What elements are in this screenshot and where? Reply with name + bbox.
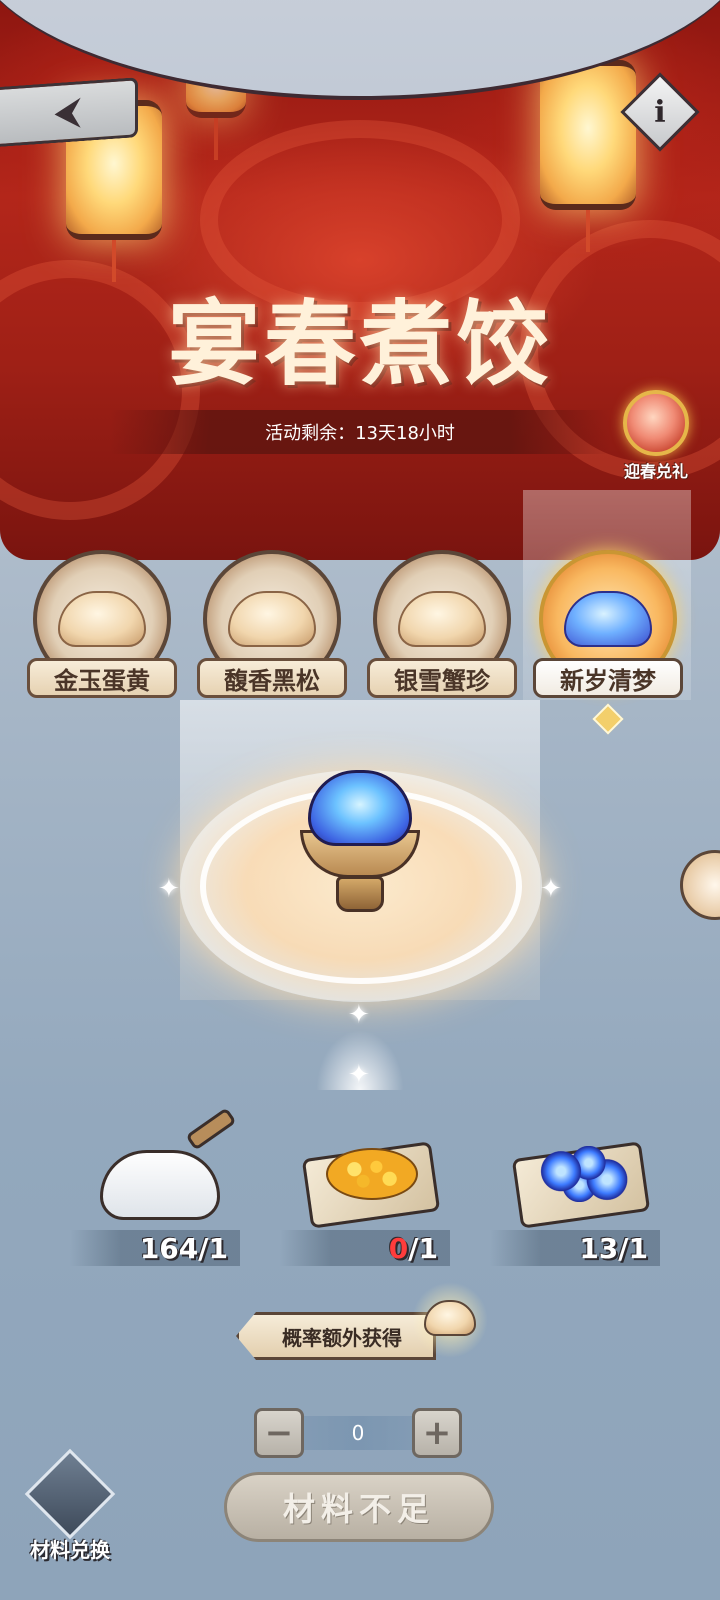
info-icon: i [654, 94, 666, 130]
side-panel-button[interactable] [680, 850, 720, 920]
increase-button[interactable]: + [412, 1408, 462, 1458]
count-have: 13 [579, 1231, 619, 1265]
featured-dumpling-dish [270, 760, 450, 920]
ingredient-osmanthus[interactable]: 0 /1 [260, 1100, 460, 1270]
dumpling-icon [398, 591, 486, 647]
count-need: /1 [618, 1231, 648, 1265]
ingredient-flour[interactable]: 164 /1 [50, 1100, 250, 1270]
tab-dumpling-3[interactable]: 银雪蟹珍 [364, 550, 520, 710]
tab-dumpling-4[interactable]: 新岁清梦 [530, 550, 686, 710]
ingredient-count: 164 /1 [70, 1230, 240, 1266]
back-arrow-icon: ⮜ [55, 91, 80, 133]
count-have: 0 [388, 1231, 409, 1265]
spring-gift-exchange-button[interactable]: 迎春兑礼 [608, 390, 704, 486]
berries-icon [510, 1120, 651, 1229]
back-button[interactable]: ⮜ [0, 77, 138, 147]
sparkle-icon: ✦ [540, 874, 562, 904]
quantity-value: 0 [304, 1416, 412, 1450]
cook-button[interactable]: 材料不足 [224, 1472, 494, 1542]
ingredient-blue-berries[interactable]: 13 /1 [470, 1100, 670, 1270]
game-screen: ⮜ i 宴春煮饺 活动剩余：13天18小时 迎春兑礼 金玉蛋黄 馥香黑松 银雪蟹… [0, 0, 720, 1600]
character-avatar-icon [623, 390, 689, 456]
flower-icon [326, 1148, 418, 1200]
ingredient-count: 13 /1 [490, 1230, 660, 1266]
gift-label: 迎春兑礼 [623, 462, 688, 481]
quantity-stepper: − 0 + [254, 1408, 462, 1458]
flour-icon [90, 1107, 237, 1220]
exchange-icon [24, 1448, 116, 1540]
sparkle-icon: ✦ [348, 1000, 370, 1030]
osmanthus-icon [300, 1120, 441, 1229]
event-title: 宴春煮饺 [167, 290, 552, 398]
sparkle-icon: ✦ [158, 874, 180, 904]
bonus-drop-label: 概率额外获得 [236, 1312, 436, 1360]
scoop-icon [185, 1107, 237, 1151]
ingredient-count: 0 /1 [280, 1230, 450, 1266]
count-need: /1 [408, 1231, 438, 1265]
dumpling-icon [424, 1300, 476, 1336]
bonus-dumpling-item[interactable] [412, 1282, 488, 1358]
ingredient-list: 164 /1 0 /1 13 /1 [0, 1100, 720, 1270]
dumpling-icon [564, 591, 652, 647]
tab-label: 银雪蟹珍 [367, 658, 517, 698]
tab-dumpling-2[interactable]: 馥香黑松 [194, 550, 350, 710]
material-exchange-button[interactable]: 材料兑换 [20, 1448, 120, 1570]
dumpling-icon [58, 591, 146, 647]
crest-decoration [316, 1030, 404, 1090]
dumpling-icon [228, 591, 316, 647]
lantern-right [540, 60, 636, 210]
tab-dumpling-1[interactable]: 金玉蛋黄 [24, 550, 180, 710]
tab-label: 馥香黑松 [197, 658, 347, 698]
decrease-button[interactable]: − [254, 1408, 304, 1458]
bowl-icon [100, 1150, 220, 1220]
tab-label: 新岁清梦 [533, 658, 683, 698]
tab-label: 金玉蛋黄 [27, 658, 177, 698]
berry-icon [538, 1146, 630, 1202]
count-need: /1 [198, 1231, 228, 1265]
dish-stand [336, 876, 384, 912]
event-countdown: 活动剩余：13天18小时 [110, 410, 610, 454]
dumpling-tabs: 金玉蛋黄 馥香黑松 银雪蟹珍 新岁清梦 [0, 540, 720, 720]
count-have: 164 [139, 1231, 199, 1265]
blue-dumpling-icon [308, 770, 412, 846]
